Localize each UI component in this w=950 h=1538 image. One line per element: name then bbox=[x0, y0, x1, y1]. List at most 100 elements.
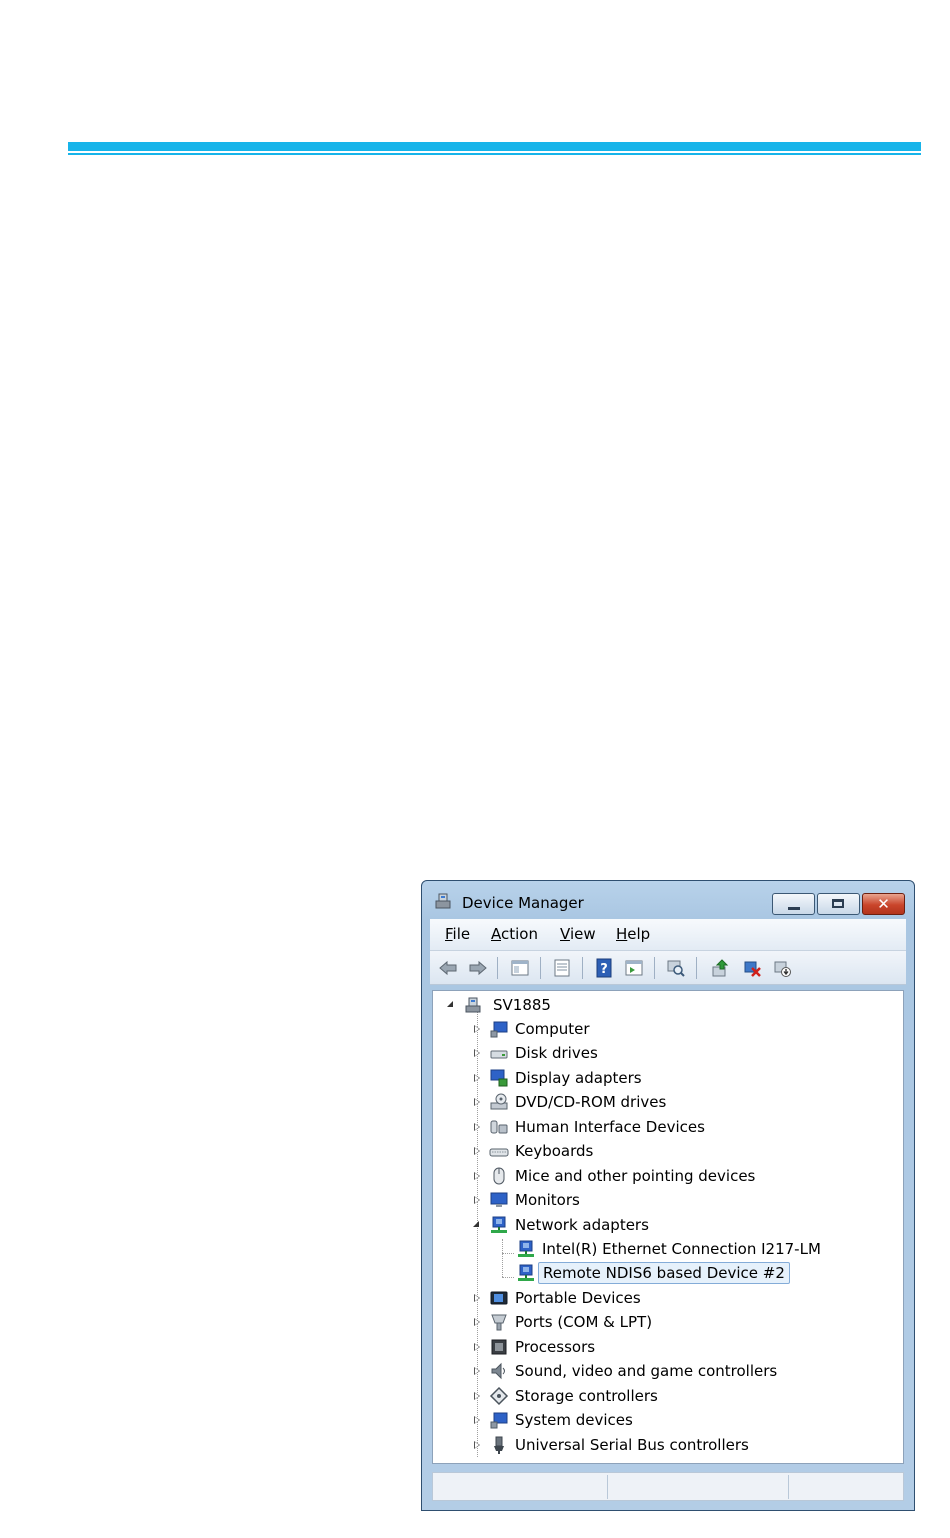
menu-file-label: ile bbox=[452, 925, 471, 943]
properties-icon[interactable] bbox=[552, 958, 572, 978]
computer-root-icon bbox=[465, 997, 481, 1013]
menu-action[interactable]: Action bbox=[491, 925, 538, 943]
tree-item-human-interface-devices[interactable]: Human Interface Devices bbox=[469, 1116, 769, 1138]
keyboard-icon bbox=[489, 1148, 509, 1157]
tree-item-ports[interactable]: Ports (COM & LPT) bbox=[469, 1311, 769, 1333]
toolbar-separator bbox=[696, 957, 697, 979]
menu-bar: File Action View Help bbox=[430, 919, 906, 951]
expand-icon[interactable] bbox=[474, 1074, 480, 1082]
collapse-icon[interactable] bbox=[447, 1001, 453, 1007]
window-title: Device Manager bbox=[462, 894, 584, 912]
update-driver-icon[interactable] bbox=[710, 958, 730, 978]
tree-item-mice[interactable]: Mice and other pointing devices bbox=[469, 1165, 799, 1187]
tree-item-computer[interactable]: Computer bbox=[469, 1018, 769, 1040]
storage-controller-icon bbox=[489, 1386, 509, 1406]
show-hide-console-tree-icon[interactable] bbox=[510, 958, 530, 978]
menu-action-mnemonic: A bbox=[491, 925, 501, 943]
menu-help[interactable]: Help bbox=[616, 925, 650, 943]
minimize-icon bbox=[788, 907, 800, 910]
toolbar-separator bbox=[582, 957, 583, 979]
tree-item-monitors[interactable]: Monitors bbox=[469, 1189, 769, 1211]
status-bar-separator bbox=[788, 1475, 789, 1499]
tree-item-remote-ndis6[interactable]: Remote NDIS6 based Device #2 bbox=[514, 1262, 790, 1284]
tree-item-portable-devices[interactable]: Portable Devices bbox=[469, 1287, 769, 1309]
expand-icon[interactable] bbox=[474, 1294, 480, 1302]
expand-icon[interactable] bbox=[474, 1049, 480, 1057]
network-adapter-icon bbox=[518, 1264, 534, 1281]
forward-arrow-icon[interactable] bbox=[468, 958, 488, 978]
menu-view-label: iew bbox=[569, 925, 596, 943]
tree-item-disk-drives[interactable]: Disk drives bbox=[469, 1042, 769, 1064]
expand-icon[interactable] bbox=[474, 1123, 480, 1131]
maximize-button[interactable] bbox=[817, 893, 860, 915]
tree-item-label: Human Interface Devices bbox=[515, 1118, 705, 1136]
toolbar-separator bbox=[654, 957, 655, 979]
tree-root[interactable]: SV1885 bbox=[443, 994, 643, 1016]
menu-help-label: elp bbox=[627, 925, 651, 943]
help-icon[interactable]: ? bbox=[594, 958, 614, 978]
expand-icon[interactable] bbox=[474, 1441, 480, 1449]
monitor-icon bbox=[490, 1192, 508, 1207]
action-pane-icon[interactable] bbox=[624, 958, 644, 978]
tree-item-label: System devices bbox=[515, 1411, 633, 1429]
mouse-icon bbox=[493, 1167, 505, 1185]
tree-item-label: Sound, video and game controllers bbox=[515, 1362, 778, 1380]
processor-icon bbox=[491, 1339, 507, 1355]
selected-device-label[interactable]: Remote NDIS6 based Device #2 bbox=[538, 1262, 790, 1284]
expand-icon[interactable] bbox=[474, 1172, 480, 1180]
title-bar[interactable]: Device Manager ✕ bbox=[422, 881, 914, 917]
expand-icon[interactable] bbox=[474, 1392, 480, 1400]
tree-item-dvd-drives[interactable]: DVD/CD-ROM drives bbox=[469, 1091, 769, 1113]
tree-connector-network bbox=[502, 1239, 503, 1277]
hid-icon bbox=[490, 1120, 508, 1134]
tree-item-label: Storage controllers bbox=[515, 1387, 658, 1405]
tree-item-keyboards[interactable]: Keyboards bbox=[469, 1140, 769, 1162]
expand-icon[interactable] bbox=[474, 1147, 480, 1155]
network-adapter-icon bbox=[518, 1240, 534, 1257]
back-arrow-icon[interactable] bbox=[438, 958, 458, 978]
tree-item-label: Ports (COM & LPT) bbox=[515, 1313, 653, 1331]
expand-icon[interactable] bbox=[474, 1098, 480, 1106]
menu-file[interactable]: File bbox=[445, 925, 470, 943]
tree-item-label: Display adapters bbox=[515, 1069, 642, 1087]
collapse-icon[interactable] bbox=[473, 1221, 479, 1227]
toolbar: ? bbox=[430, 951, 906, 985]
speaker-icon bbox=[491, 1362, 505, 1380]
tree-item-usb-controllers[interactable]: Universal Serial Bus controllers bbox=[469, 1434, 789, 1456]
usb-icon bbox=[494, 1436, 504, 1454]
disable-device-icon[interactable] bbox=[742, 958, 762, 978]
toolbar-separator bbox=[540, 957, 541, 979]
tree-item-label: Processors bbox=[515, 1338, 596, 1356]
device-manager-window: Device Manager ✕ File Action View Help ? bbox=[421, 880, 915, 1511]
uninstall-device-icon[interactable] bbox=[772, 958, 792, 978]
disk-drive-icon bbox=[490, 1050, 508, 1059]
tree-item-processors[interactable]: Processors bbox=[469, 1336, 769, 1358]
close-icon: ✕ bbox=[877, 895, 890, 913]
tree-item-label: Keyboards bbox=[515, 1142, 594, 1160]
expand-icon[interactable] bbox=[474, 1196, 480, 1204]
expand-icon[interactable] bbox=[474, 1343, 480, 1351]
dvd-drive-icon bbox=[490, 1093, 508, 1110]
tree-item-network-adapters[interactable]: Network adapters bbox=[469, 1214, 769, 1236]
portable-device-icon bbox=[490, 1291, 508, 1305]
expand-icon[interactable] bbox=[474, 1318, 480, 1326]
expand-icon[interactable] bbox=[474, 1416, 480, 1424]
menu-action-label: ction bbox=[501, 925, 538, 943]
tree-item-label: Network adapters bbox=[515, 1216, 649, 1234]
minimize-button[interactable] bbox=[772, 893, 815, 915]
tree-item-display-adapters[interactable]: Display adapters bbox=[469, 1067, 769, 1089]
device-tree[interactable]: SV1885 Computer Disk drives Display adap… bbox=[432, 990, 904, 1464]
expand-icon[interactable] bbox=[474, 1367, 480, 1375]
status-bar bbox=[432, 1472, 904, 1501]
tree-item-sound[interactable]: Sound, video and game controllers bbox=[469, 1360, 799, 1382]
tree-item-storage-controllers[interactable]: Storage controllers bbox=[469, 1385, 769, 1407]
tree-item-intel-ethernet[interactable]: Intel(R) Ethernet Connection I217-LM bbox=[514, 1238, 824, 1260]
svg-text:?: ? bbox=[600, 962, 608, 977]
scan-hardware-icon[interactable] bbox=[666, 958, 686, 978]
menu-view[interactable]: View bbox=[560, 925, 596, 943]
header-rule bbox=[68, 142, 921, 151]
network-adapter-icon bbox=[491, 1216, 507, 1233]
expand-icon[interactable] bbox=[474, 1025, 480, 1033]
tree-item-system-devices[interactable]: System devices bbox=[469, 1409, 769, 1431]
close-button[interactable]: ✕ bbox=[862, 893, 905, 915]
